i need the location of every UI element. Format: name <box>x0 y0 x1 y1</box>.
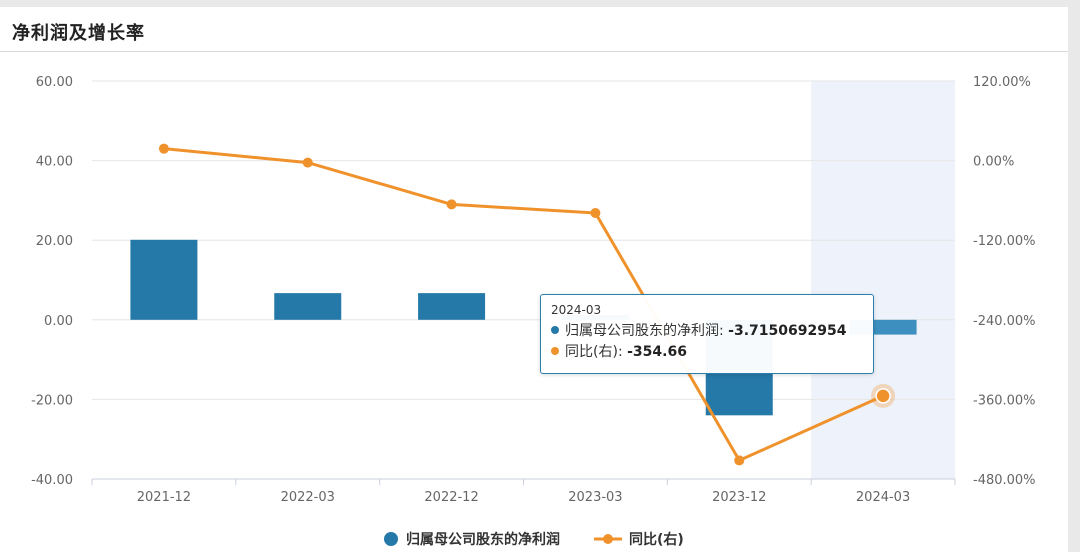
line-point[interactable] <box>875 388 891 404</box>
y-right-tick-label: -360.00% <box>973 393 1036 408</box>
y-right-tick-label: 120.00% <box>973 75 1031 90</box>
line-point[interactable] <box>446 199 457 210</box>
legend-marker-profit <box>384 532 398 546</box>
tooltip-dot-yoy <box>551 347 559 355</box>
legend-label-profit[interactable]: 归属母公司股东的净利润 <box>406 531 560 548</box>
tooltip-label-yoy: 同比(右) <box>565 344 618 360</box>
y-right-tick-label: -240.00% <box>973 314 1036 329</box>
y-left-tick-label: 60.00 <box>36 75 73 90</box>
x-tick-label: 2023-12 <box>712 490 766 505</box>
bar[interactable] <box>418 293 486 320</box>
tooltip-value-profit: -3.7150692954 <box>728 323 847 339</box>
y-left-tick-label: 0.00 <box>44 314 73 329</box>
tooltip-title: 2024-03 <box>551 303 602 317</box>
line-point[interactable] <box>302 157 313 168</box>
line-point[interactable] <box>590 208 601 219</box>
legend-marker-yoy <box>603 534 613 544</box>
x-tick-label: 2024-03 <box>856 490 910 505</box>
tooltip-dot-profit <box>551 326 559 334</box>
line-point[interactable] <box>158 143 169 154</box>
x-tick-label: 2022-12 <box>424 490 478 505</box>
x-tick-label: 2022-03 <box>281 490 335 505</box>
tooltip-row-yoy: 同比(右): -354.66 <box>551 342 863 363</box>
legend-label-yoy[interactable]: 同比(右) <box>629 531 684 548</box>
tooltip-value-yoy: -354.66 <box>627 344 687 360</box>
y-left-tick-label: 40.00 <box>36 155 73 170</box>
y-left-tick-label: -40.00 <box>31 473 73 488</box>
y-left-tick-label: 20.00 <box>36 234 73 249</box>
x-tick-label: 2021-12 <box>137 490 191 505</box>
y-right-tick-label: 0.00% <box>973 155 1014 170</box>
bar[interactable] <box>130 239 198 320</box>
y-left-tick-label: -20.00 <box>31 393 73 408</box>
tooltip-label-profit: 归属母公司股东的净利润 <box>565 323 719 339</box>
tooltip-row-profit: 归属母公司股东的净利润: -3.7150692954 <box>551 321 863 342</box>
bar[interactable] <box>274 293 342 320</box>
y-right-tick-label: -120.00% <box>973 234 1036 249</box>
chart-tooltip: 2024-03 归属母公司股东的净利润: -3.7150692954 同比(右)… <box>540 294 874 374</box>
y-right-tick-label: -480.00% <box>973 473 1036 488</box>
x-tick-label: 2023-03 <box>568 490 622 505</box>
line-point[interactable] <box>734 455 745 466</box>
chart-area[interactable]: 60.00 120.00% 40.00 0.00% 20.00 -120.00% 0.00 -… <box>0 0 1080 552</box>
